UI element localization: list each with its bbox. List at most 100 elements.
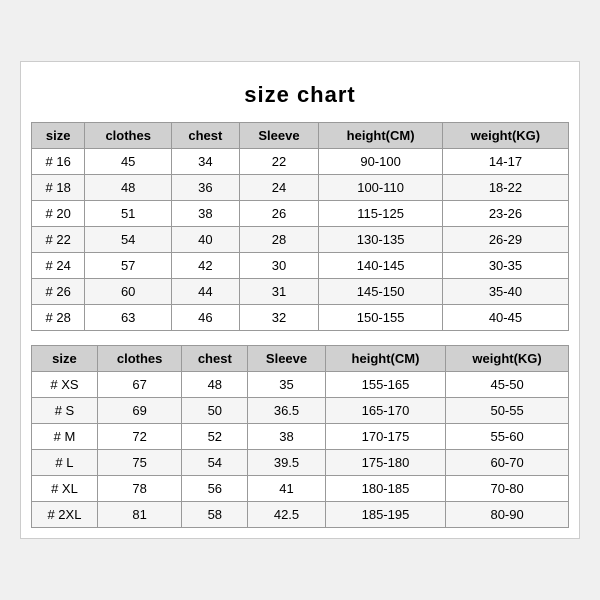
- table-cell: # M: [32, 424, 98, 450]
- header-cell: height(CM): [325, 346, 445, 372]
- table-cell: 130-135: [319, 227, 443, 253]
- table-row: # S695036.5165-17050-55: [32, 398, 569, 424]
- table-row: # 24574230140-14530-35: [32, 253, 569, 279]
- table-cell: 75: [97, 450, 181, 476]
- table-cell: 42.5: [248, 502, 326, 528]
- table-row: # 18483624100-11018-22: [32, 175, 569, 201]
- table-cell: 26-29: [442, 227, 568, 253]
- table-cell: 26: [239, 201, 319, 227]
- header-cell: Sleeve: [239, 123, 319, 149]
- table-row: # XL785641180-18570-80: [32, 476, 569, 502]
- table-cell: # 2XL: [32, 502, 98, 528]
- table-cell: 30: [239, 253, 319, 279]
- table-cell: 39.5: [248, 450, 326, 476]
- header-cell: weight(KG): [446, 346, 569, 372]
- table-row: # 26604431145-15035-40: [32, 279, 569, 305]
- table-cell: 23-26: [442, 201, 568, 227]
- table-cell: 70-80: [446, 476, 569, 502]
- table-cell: 30-35: [442, 253, 568, 279]
- table-row: # M725238170-17555-60: [32, 424, 569, 450]
- table-cell: 50-55: [446, 398, 569, 424]
- table-cell: 180-185: [325, 476, 445, 502]
- table-cell: 58: [182, 502, 248, 528]
- table-cell: 90-100: [319, 149, 443, 175]
- chart-title: size chart: [31, 72, 569, 122]
- table-cell: 175-180: [325, 450, 445, 476]
- header-cell: size: [32, 346, 98, 372]
- table2-header: sizeclotheschestSleeveheight(CM)weight(K…: [32, 346, 569, 372]
- table-cell: 100-110: [319, 175, 443, 201]
- table-cell: 60-70: [446, 450, 569, 476]
- header-cell: chest: [172, 123, 240, 149]
- table1-header-row: sizeclotheschestSleeveheight(CM)weight(K…: [32, 123, 569, 149]
- table-cell: 54: [85, 227, 172, 253]
- table-cell: 38: [172, 201, 240, 227]
- header-cell: chest: [182, 346, 248, 372]
- table-cell: 34: [172, 149, 240, 175]
- table1-header: sizeclotheschestSleeveheight(CM)weight(K…: [32, 123, 569, 149]
- table-cell: 170-175: [325, 424, 445, 450]
- header-cell: size: [32, 123, 85, 149]
- table-row: # L755439.5175-18060-70: [32, 450, 569, 476]
- size-chart-container: size chart sizeclotheschestSleeveheight(…: [20, 61, 580, 539]
- size-table-1: sizeclotheschestSleeveheight(CM)weight(K…: [31, 122, 569, 331]
- table-cell: 63: [85, 305, 172, 331]
- table-cell: 55-60: [446, 424, 569, 450]
- header-cell: Sleeve: [248, 346, 326, 372]
- table-cell: # XS: [32, 372, 98, 398]
- header-cell: clothes: [85, 123, 172, 149]
- table-cell: 48: [182, 372, 248, 398]
- table-cell: 14-17: [442, 149, 568, 175]
- table-cell: 52: [182, 424, 248, 450]
- table-cell: 72: [97, 424, 181, 450]
- table-cell: 46: [172, 305, 240, 331]
- table-cell: 115-125: [319, 201, 443, 227]
- table-cell: 40-45: [442, 305, 568, 331]
- table-cell: 51: [85, 201, 172, 227]
- table-cell: 40: [172, 227, 240, 253]
- table-cell: # 16: [32, 149, 85, 175]
- table-cell: 50: [182, 398, 248, 424]
- table-row: # 2XL815842.5185-19580-90: [32, 502, 569, 528]
- table-cell: # 28: [32, 305, 85, 331]
- table-cell: # 24: [32, 253, 85, 279]
- table-cell: 41: [248, 476, 326, 502]
- table-cell: 38: [248, 424, 326, 450]
- table-cell: 165-170: [325, 398, 445, 424]
- table1-body: # 1645342290-10014-17# 18483624100-11018…: [32, 149, 569, 331]
- table-cell: # 22: [32, 227, 85, 253]
- table-cell: 80-90: [446, 502, 569, 528]
- table-cell: 28: [239, 227, 319, 253]
- table-cell: 48: [85, 175, 172, 201]
- table-cell: 155-165: [325, 372, 445, 398]
- table-cell: 78: [97, 476, 181, 502]
- header-cell: height(CM): [319, 123, 443, 149]
- table-cell: 18-22: [442, 175, 568, 201]
- table-cell: 42: [172, 253, 240, 279]
- table2-body: # XS674835155-16545-50# S695036.5165-170…: [32, 372, 569, 528]
- table-row: # 22544028130-13526-29: [32, 227, 569, 253]
- table-cell: 22: [239, 149, 319, 175]
- table-cell: 32: [239, 305, 319, 331]
- table-cell: 69: [97, 398, 181, 424]
- table-cell: 185-195: [325, 502, 445, 528]
- header-cell: clothes: [97, 346, 181, 372]
- table-cell: 67: [97, 372, 181, 398]
- table-cell: # S: [32, 398, 98, 424]
- table-cell: # 20: [32, 201, 85, 227]
- table-cell: 36: [172, 175, 240, 201]
- table-row: # 1645342290-10014-17: [32, 149, 569, 175]
- table-cell: 81: [97, 502, 181, 528]
- table2-header-row: sizeclotheschestSleeveheight(CM)weight(K…: [32, 346, 569, 372]
- table-cell: # 26: [32, 279, 85, 305]
- table-cell: # XL: [32, 476, 98, 502]
- table-row: # 20513826115-12523-26: [32, 201, 569, 227]
- table-cell: 60: [85, 279, 172, 305]
- table-cell: 31: [239, 279, 319, 305]
- table-row: # XS674835155-16545-50: [32, 372, 569, 398]
- table-cell: # L: [32, 450, 98, 476]
- table-cell: 36.5: [248, 398, 326, 424]
- table-cell: 45-50: [446, 372, 569, 398]
- table-cell: 45: [85, 149, 172, 175]
- table-cell: 57: [85, 253, 172, 279]
